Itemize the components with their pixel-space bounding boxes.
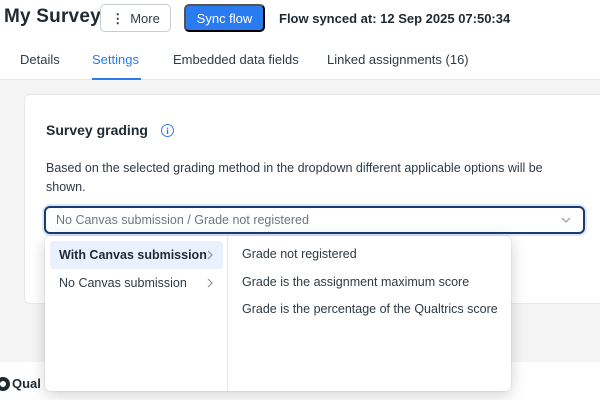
tab-bar: Details Settings Embedded data fields Li… (0, 44, 600, 80)
more-button-label: More (130, 10, 160, 26)
more-button[interactable]: ⋮ More (100, 4, 171, 32)
tab-settings[interactable]: Settings (92, 52, 139, 67)
chevron-right-icon (207, 278, 213, 288)
category-label: No Canvas submission (59, 276, 187, 290)
grading-method-menu: With Canvas submission No Canvas submiss… (45, 236, 511, 391)
category-label: With Canvas submission (59, 248, 207, 262)
tab-linked-assignments[interactable]: Linked assignments (16) (327, 52, 469, 67)
sync-status: Flow synced at: 12 Sep 2025 07:50:34 (279, 11, 511, 26)
info-icon[interactable]: i (161, 124, 174, 137)
chevron-right-icon (207, 250, 213, 260)
tab-embedded-data-fields[interactable]: Embedded data fields (173, 52, 299, 67)
tab-details[interactable]: Details (20, 52, 60, 67)
category-no-canvas-submission[interactable]: No Canvas submission (50, 269, 223, 297)
grading-method-select[interactable]: No Canvas submission / Grade not registe… (44, 206, 585, 234)
option-percentage-of-qualtrics-score[interactable]: Grade is the percentage of the Qualtrics… (242, 302, 498, 316)
footer-logo-text: Qual (12, 376, 41, 391)
section-description: Based on the selected grading method in … (46, 161, 543, 194)
sync-flow-button[interactable]: Sync flow (184, 4, 265, 32)
category-with-canvas-submission[interactable]: With Canvas submission (50, 241, 223, 269)
page-header: My Survey ⋮ More Sync flow Flow synced a… (0, 0, 600, 40)
more-vertical-icon: ⋮ (111, 10, 125, 26)
qualtrics-logo-icon (0, 376, 10, 391)
page-title: My Survey (4, 6, 101, 27)
option-assignment-maximum-score[interactable]: Grade is the assignment maximum score (242, 275, 469, 289)
grading-method-value: No Canvas submission / Grade not registe… (56, 213, 309, 227)
section-title: Survey grading (46, 122, 148, 138)
option-grade-not-registered[interactable]: Grade not registered (242, 247, 357, 261)
category-list: With Canvas submission No Canvas submiss… (45, 236, 228, 391)
footer-logo: Qual (0, 376, 41, 391)
chevron-down-icon (561, 217, 571, 223)
